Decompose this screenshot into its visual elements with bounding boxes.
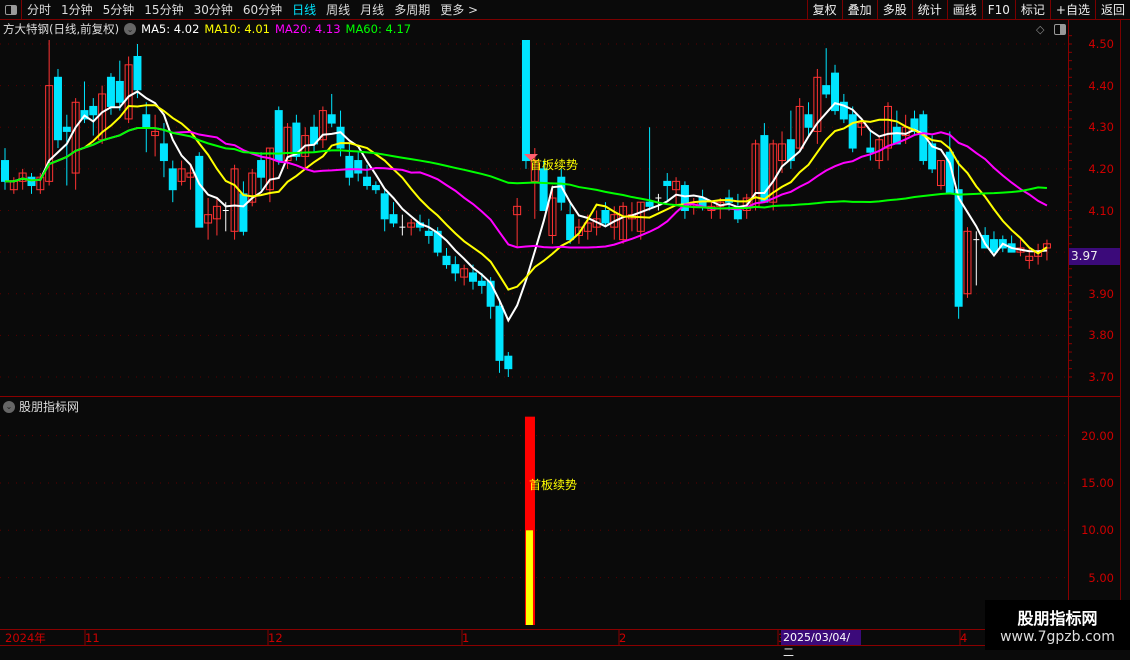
candle-body — [257, 160, 266, 178]
candle-body — [142, 114, 151, 128]
indicator-inner-bar — [525, 530, 533, 625]
indicator-tick: 15.00 — [1081, 475, 1114, 490]
candle-body — [345, 155, 354, 178]
candle-body — [168, 168, 177, 191]
candle-body — [663, 180, 672, 187]
signal-label-main: 首板续势 — [530, 158, 579, 172]
candle-body — [733, 210, 742, 220]
side-panel-strip[interactable] — [1120, 20, 1130, 630]
candle-body — [495, 305, 504, 361]
signal-label-indicator: 首板续势 — [529, 478, 578, 492]
candle-body — [848, 114, 857, 149]
candle-body — [239, 193, 248, 232]
candle-body — [504, 355, 513, 370]
date-label: 12 — [268, 631, 283, 645]
chevron-down-icon[interactable]: ⌄ — [3, 400, 15, 413]
watermark-title: 股朋指标网 — [1017, 609, 1098, 628]
candle-body — [115, 80, 124, 103]
candle-body — [195, 155, 204, 228]
crosshair-date: 2025/03/04/二 — [781, 630, 861, 659]
candle-body — [521, 40, 530, 162]
candle-body — [989, 239, 998, 253]
indicator-title: ⌄ 股朋指标网 — [3, 398, 79, 415]
current-price-label: 3.97 — [1069, 248, 1120, 265]
date-label: 11 — [85, 631, 100, 645]
price-tick: 3.90 — [1088, 286, 1114, 301]
candle-body — [477, 280, 486, 286]
candle-body — [866, 147, 875, 153]
candle-body — [822, 85, 831, 95]
date-label: 4 — [960, 631, 968, 645]
panel-toggle-icon[interactable] — [1054, 24, 1066, 35]
watermark: 股朋指标网 www.7gpzb.com — [985, 600, 1130, 650]
candle-body — [389, 214, 398, 224]
indicator-name: 股朋指标网 — [19, 400, 80, 414]
candle-body — [424, 230, 433, 236]
candle-body — [159, 143, 168, 162]
indicator-tick: 5.00 — [1088, 570, 1114, 585]
indicator-tick: 20.00 — [1081, 428, 1114, 443]
kline-chart[interactable] — [0, 0, 1130, 650]
candle-body — [1, 160, 9, 182]
candle-body — [451, 264, 460, 274]
candle-body — [380, 193, 389, 220]
price-tick: 4.40 — [1088, 78, 1114, 93]
candle-body — [804, 114, 813, 128]
candle-body — [954, 189, 963, 307]
candle-body — [539, 168, 548, 211]
candle-body — [371, 185, 380, 191]
candle-body — [327, 114, 336, 124]
candle-body — [442, 255, 451, 266]
candle-body — [363, 176, 372, 187]
candle-body — [645, 201, 654, 207]
candle-body — [336, 126, 345, 149]
candle-body — [62, 126, 71, 132]
price-tick: 4.20 — [1088, 161, 1114, 176]
candle-body — [106, 76, 115, 107]
candle-body — [89, 105, 98, 116]
date-label: 1 — [462, 631, 470, 645]
candle-body — [468, 272, 477, 282]
price-tick: 4.50 — [1088, 37, 1114, 51]
candle-body — [53, 76, 62, 141]
price-tick: 4.30 — [1088, 120, 1114, 135]
indicator-tick: 10.00 — [1081, 523, 1114, 538]
price-tick: 3.70 — [1088, 370, 1114, 384]
diamond-icon[interactable]: ◇ — [1036, 23, 1044, 36]
date-label: 2 — [619, 631, 627, 645]
price-tick: 4.10 — [1088, 203, 1114, 218]
candle-body — [133, 55, 142, 91]
candle-body — [601, 210, 610, 224]
candle-body — [354, 160, 363, 174]
price-tick: 3.80 — [1088, 328, 1114, 343]
watermark-url: www.7gpzb.com — [1000, 629, 1115, 645]
candle-body — [566, 214, 575, 241]
date-label: 2024年 — [5, 631, 46, 645]
candle-body — [27, 176, 36, 187]
